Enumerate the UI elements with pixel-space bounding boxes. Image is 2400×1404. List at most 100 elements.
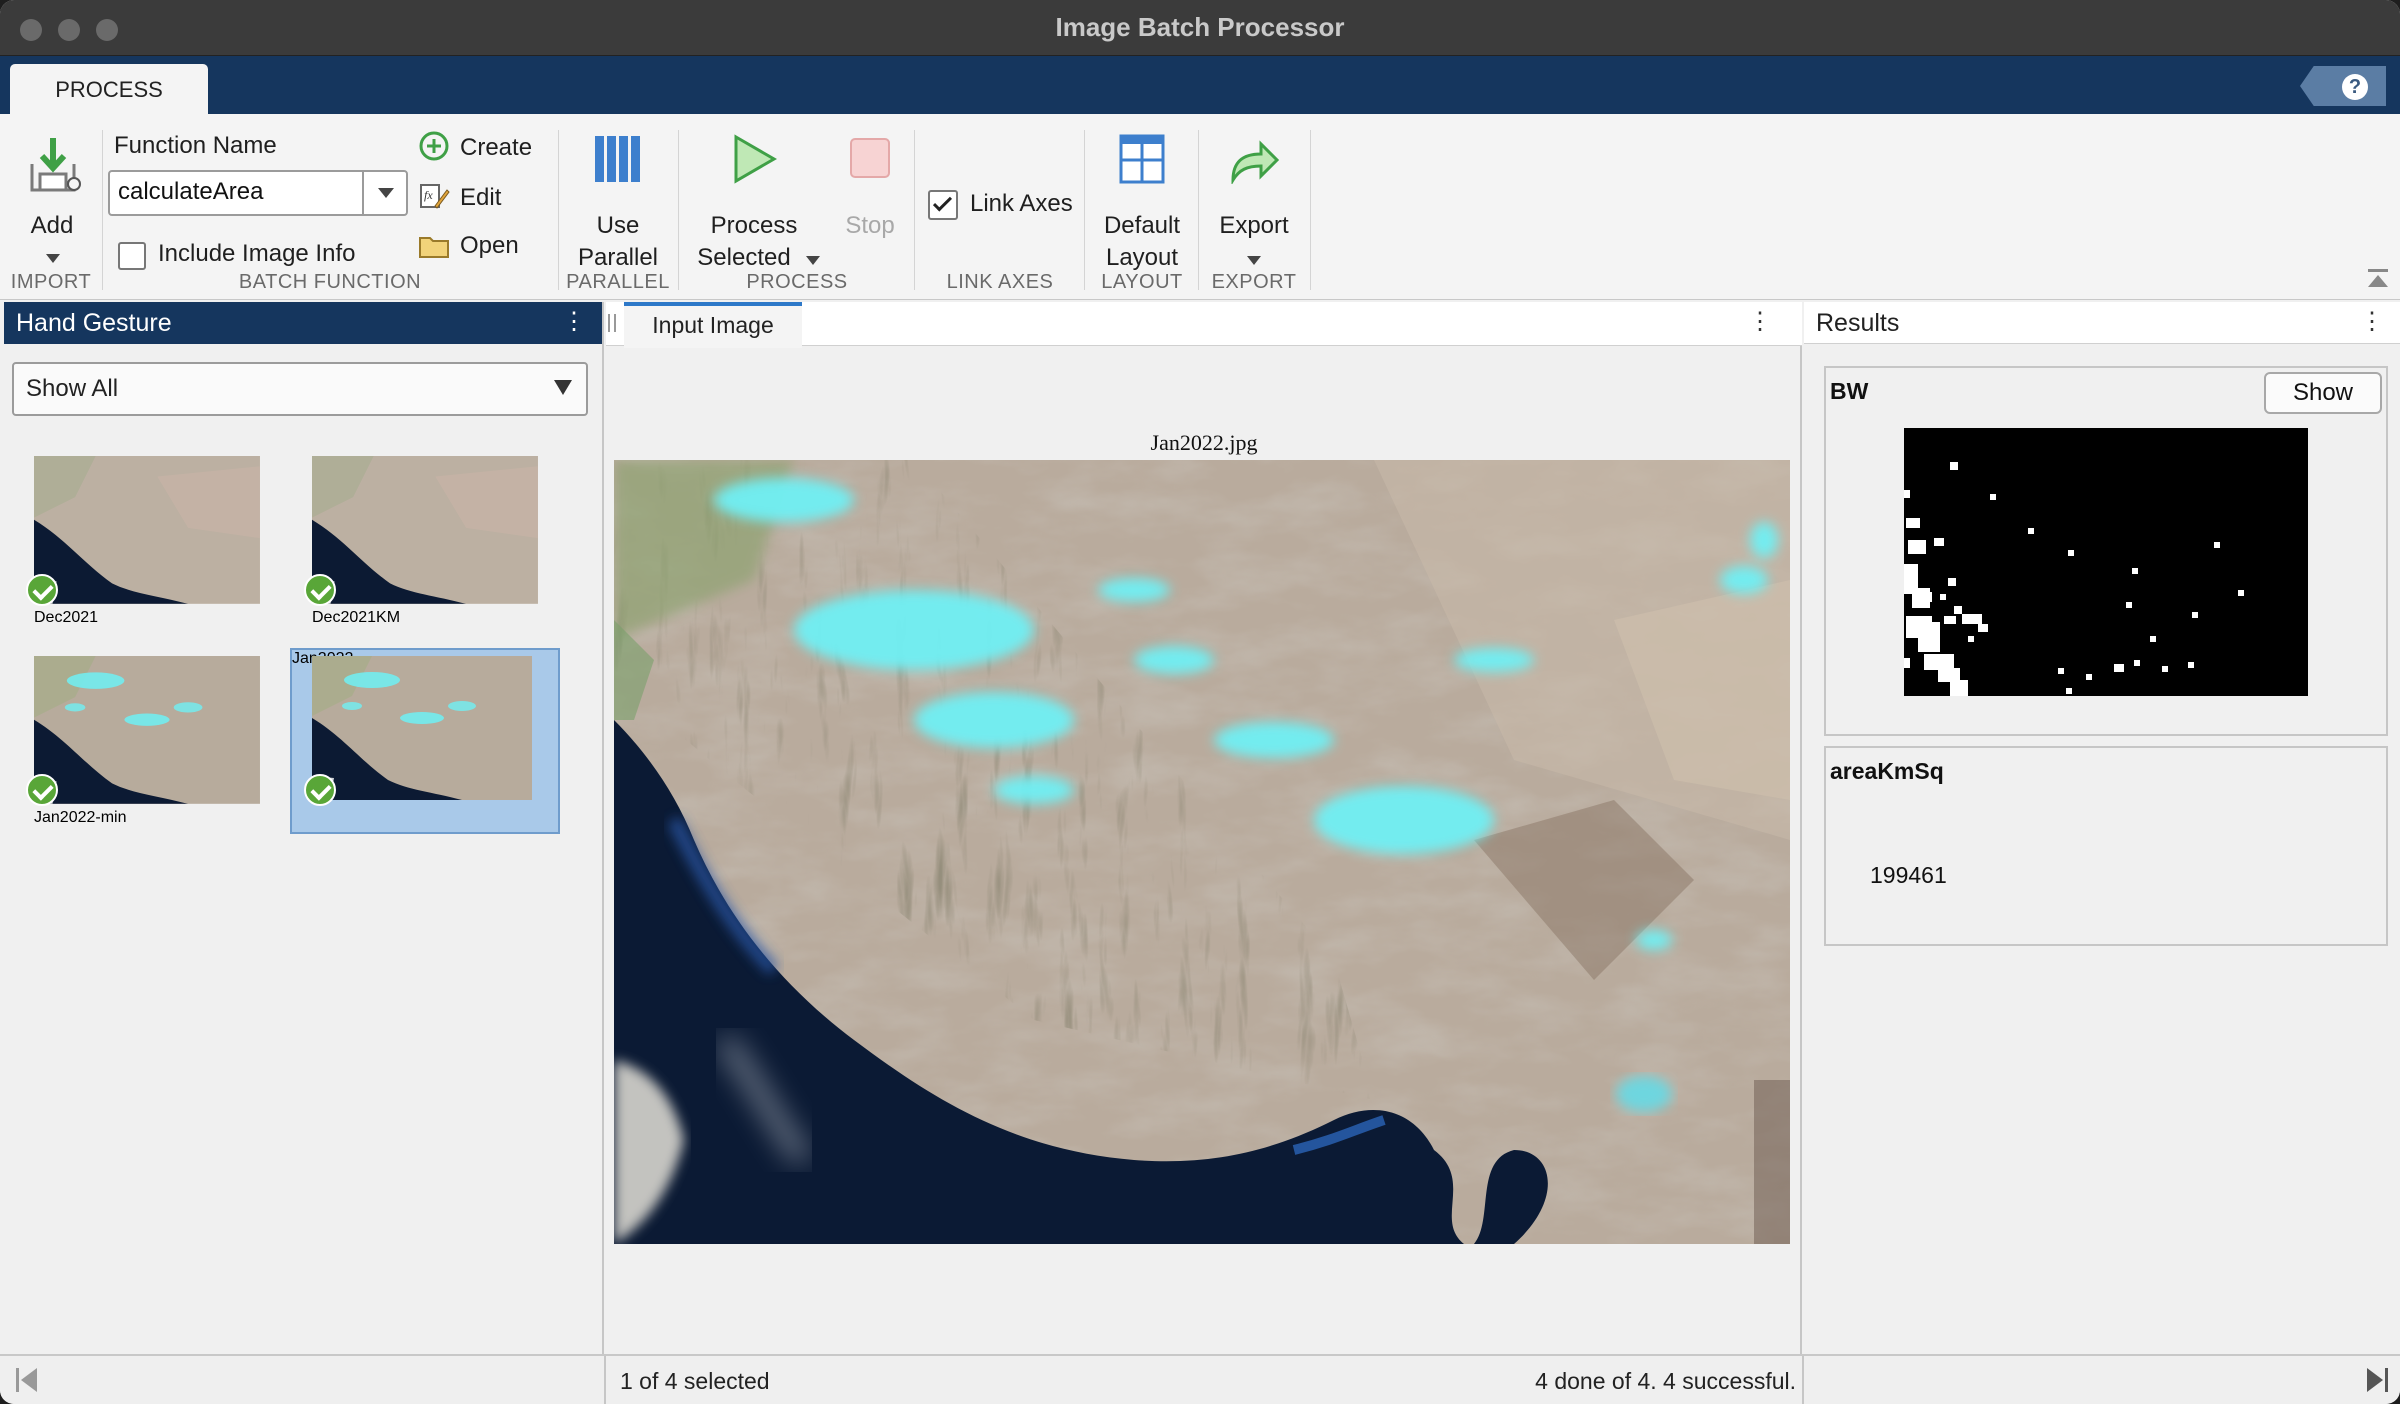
tab-input-image[interactable]: Input Image: [624, 302, 802, 348]
help-button[interactable]: ?: [2300, 66, 2386, 106]
import-section: Add IMPORT: [0, 130, 102, 300]
section-label-parallel: PARALLEL: [566, 271, 670, 293]
thumbnail-item-selected[interactable]: Jan2022: [290, 648, 560, 834]
processing-status: 4 done of 4. 4 successful.: [1535, 1368, 1796, 1394]
thumbnail-label: Dec2021: [34, 608, 99, 626]
function-name-input[interactable]: calculateArea: [118, 178, 263, 206]
process-label-line1: Process: [710, 212, 798, 239]
use-parallel-button[interactable]: Use Parallel: [564, 130, 672, 271]
include-image-info-checkbox[interactable]: [118, 242, 146, 270]
status-bar: 1 of 4 selected 4 done of 4. 4 successfu…: [0, 1354, 2400, 1404]
done-check-icon: [26, 574, 58, 606]
edit-function-icon: fx: [420, 184, 450, 209]
results-header: Results ⋮: [1804, 302, 2400, 344]
toolstrip: Add IMPORT Function Name calculateArea I…: [0, 114, 2400, 300]
chevron-down-icon: [1247, 256, 1261, 265]
add-button[interactable]: Add: [8, 130, 96, 263]
thumbnail-image: [312, 656, 532, 800]
thumbnail-image: [34, 456, 260, 604]
parallel-section: Use Parallel PARALLEL: [560, 130, 676, 300]
section-label-batch-function: BATCH FUNCTION: [238, 271, 422, 293]
default-layout-button[interactable]: Default Layout: [1090, 130, 1194, 271]
app-window: Image Batch Processor PROCESS ? Add IMPO…: [0, 0, 2400, 1404]
section-label-link-axes: LINK AXES: [946, 271, 1054, 293]
function-name-combobox[interactable]: calculateArea: [108, 170, 408, 216]
include-image-info-label: Include Image Info: [158, 240, 356, 267]
process-section: Process Selected Stop PROCESS: [680, 130, 914, 300]
done-check-icon: [26, 774, 58, 806]
more-options-icon[interactable]: ⋮: [1748, 310, 1772, 334]
results-title: Results: [1816, 309, 1900, 337]
bw-label: BW: [1830, 378, 1869, 404]
play-icon: [734, 134, 777, 184]
section-label-layout: LAYOUT: [1101, 271, 1183, 293]
area-value: 199461: [1870, 862, 1947, 888]
collapse-toolstrip-icon[interactable]: [2366, 269, 2390, 291]
layout-section: Default Layout LAYOUT: [1086, 130, 1198, 300]
export-button[interactable]: Export: [1204, 130, 1304, 270]
section-label-process: PROCESS: [746, 271, 848, 293]
default-layout-line2: Layout: [1105, 244, 1179, 271]
folder-icon: [419, 237, 449, 258]
area-result-card: areaKmSq 199461: [1824, 746, 2388, 946]
show-button[interactable]: Show: [2264, 372, 2382, 414]
ribbon-tab-strip: PROCESS ?: [0, 56, 2400, 114]
batch-function-section: Function Name calculateArea Include Imag…: [104, 130, 556, 300]
thumbnail-item[interactable]: Dec2021KM: [304, 456, 538, 632]
link-axes-section: Link Axes LINK AXES: [916, 130, 1084, 300]
create-button[interactable]: Create: [416, 130, 556, 166]
more-options-icon[interactable]: ⋮: [2360, 310, 2384, 334]
panel-grip-icon[interactable]: [608, 314, 616, 332]
thumbnail-label: Dec2021KM: [312, 608, 401, 626]
process-selected-button[interactable]: Process Selected: [680, 130, 828, 271]
use-parallel-label-line2: Parallel: [577, 244, 659, 271]
thumbnail-label: Jan2022-min: [34, 808, 127, 826]
edit-label: Edit: [460, 184, 502, 211]
open-label: Open: [460, 232, 519, 259]
done-check-icon: [304, 574, 336, 606]
add-images-icon: [30, 138, 81, 192]
thumbnail-image: [312, 456, 538, 604]
bw-result-card: BW Show: [1824, 366, 2388, 736]
satellite-image[interactable]: [614, 460, 1790, 1244]
image-title: Jan2022.jpg: [1150, 430, 1258, 455]
edit-button[interactable]: fx Edit: [416, 180, 556, 216]
results-panel: Results ⋮ BW Show areaKmSq 199461: [1804, 302, 2400, 1354]
export-section: Export EXPORT: [1200, 130, 1308, 300]
open-button[interactable]: Open: [416, 228, 556, 264]
area-label: areaKmSq: [1830, 758, 1944, 784]
dropdown-arrow-icon[interactable]: [378, 188, 394, 198]
image-filter-value: Show All: [26, 375, 119, 402]
section-label-import: IMPORT: [10, 271, 92, 293]
plus-circle-icon: [419, 131, 449, 161]
scroll-left-icon[interactable]: [16, 1368, 38, 1392]
stop-button[interactable]: Stop: [830, 130, 910, 270]
thumbnail-item[interactable]: Dec2021: [26, 456, 260, 632]
checkmark-icon: [932, 192, 953, 212]
image-browser-header: Hand Gesture ⋮: [4, 302, 602, 344]
scroll-right-icon[interactable]: [2366, 1368, 2388, 1392]
input-image-panel: Input Image ⋮ Jan2022.jpg: [606, 302, 1802, 1354]
help-icon: ?: [2342, 74, 2368, 100]
chevron-down-icon: [46, 254, 60, 263]
done-check-icon: [304, 774, 336, 806]
function-name-label: Function Name: [114, 132, 277, 159]
more-options-icon[interactable]: ⋮: [562, 310, 586, 334]
selection-status: 1 of 4 selected: [620, 1368, 770, 1394]
link-axes-checkbox[interactable]: [928, 190, 958, 220]
image-filter-dropdown[interactable]: Show All: [12, 362, 588, 416]
bw-mask-image[interactable]: [1904, 428, 2308, 696]
chevron-down-icon: [806, 256, 820, 265]
tab-process[interactable]: PROCESS: [10, 64, 208, 114]
create-label: Create: [460, 134, 533, 161]
use-parallel-label-line1: Use: [596, 212, 640, 239]
window-title: Image Batch Processor: [1055, 12, 1345, 42]
section-label-export: EXPORT: [1211, 271, 1297, 293]
thumbnail-item[interactable]: Jan2022-min: [26, 656, 260, 832]
stop-label: Stop: [845, 212, 895, 239]
svg-text:fx: fx: [424, 188, 433, 202]
image-browser-panel: Hand Gesture ⋮ Show All Dec2021 Dec2021K…: [4, 302, 604, 1354]
layout-grid-icon: [1119, 134, 1165, 184]
stop-icon: [850, 138, 890, 178]
link-axes-label: Link Axes: [970, 190, 1073, 217]
